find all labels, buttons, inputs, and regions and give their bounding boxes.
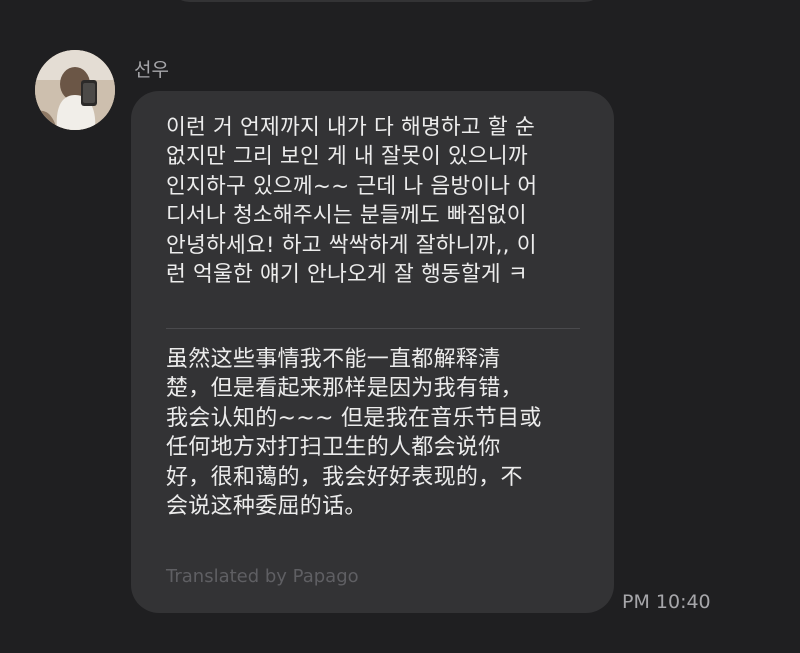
translator-credit: Translated by Papago — [166, 566, 359, 587]
translated-message-text: 虽然这些事情我不能一直都解释清 楚，但是看起来那样是因为我有错， 我会认知的~~… — [166, 347, 542, 520]
previous-message-bubble — [168, 0, 606, 2]
translation-divider — [166, 328, 580, 329]
avatar[interactable] — [35, 50, 115, 130]
message-bubble[interactable]: 이런 거 언제까지 내가 다 해명하고 할 순 없지만 그리 보인 게 내 잘못… — [131, 91, 614, 613]
profile-photo-icon — [35, 50, 115, 130]
message-timestamp: PM 10:40 — [622, 591, 711, 613]
sender-name: 선우 — [134, 59, 169, 81]
original-message-text: 이런 거 언제까지 내가 다 해명하고 할 순 없지만 그리 보인 게 내 잘못… — [166, 115, 538, 288]
